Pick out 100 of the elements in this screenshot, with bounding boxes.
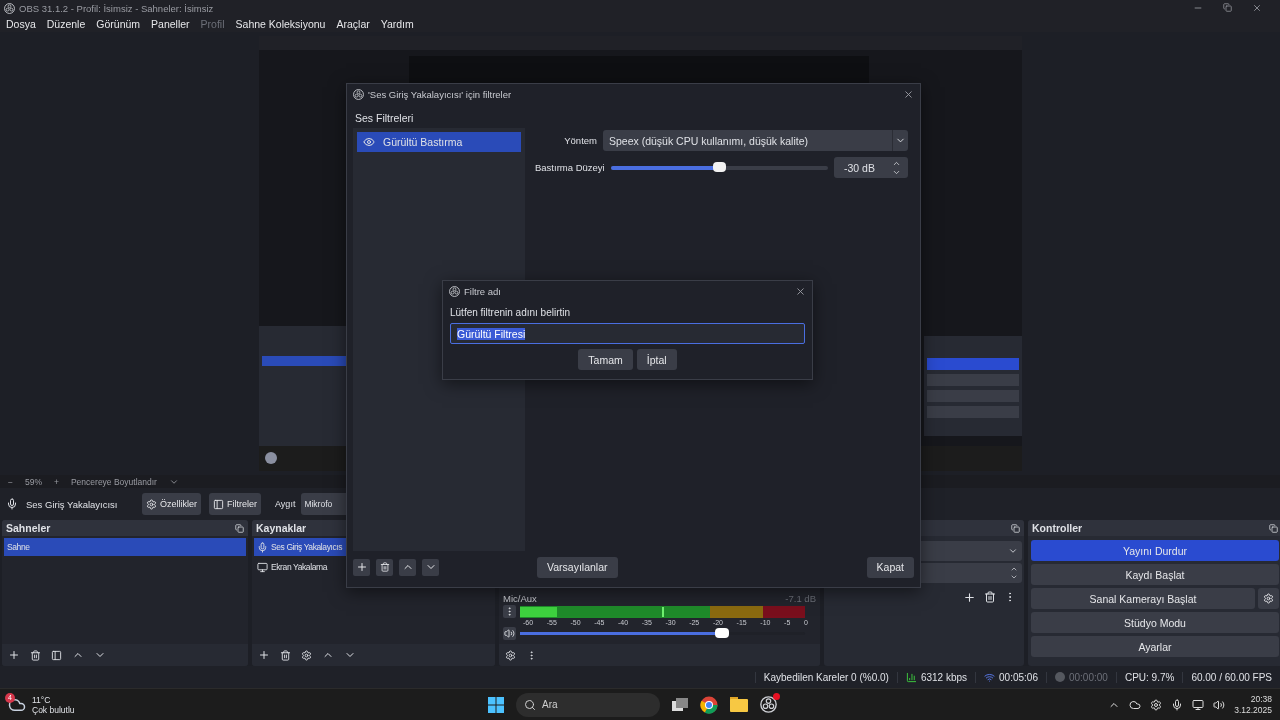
delete-button[interactable] [376, 558, 393, 576]
search-field[interactable]: Ara [516, 692, 660, 717]
clock-date: 3.12.2025 [1234, 704, 1272, 716]
move-up-button[interactable] [399, 558, 416, 576]
close-icon[interactable] [903, 88, 914, 100]
down-icon[interactable] [1010, 573, 1018, 581]
cpu-usage: CPU: 9.7% [1124, 671, 1175, 683]
move-down-button[interactable] [422, 558, 439, 576]
close-icon[interactable] [1252, 3, 1262, 13]
settings-button[interactable] [1258, 588, 1279, 609]
search-icon [524, 698, 536, 711]
volume-icon [504, 628, 515, 639]
filter-icon[interactable] [51, 649, 62, 661]
method-label: Yöntem [563, 135, 597, 146]
mute-button[interactable] [503, 627, 516, 640]
temperature: 11°C [32, 694, 52, 705]
stream-icon [984, 671, 996, 683]
filters-button[interactable]: Filtreler [209, 493, 262, 515]
task-view-icon[interactable] [672, 697, 688, 712]
defaults-button[interactable]: Varsayılanlar [537, 556, 618, 578]
monitor-icon [257, 561, 268, 573]
control-button[interactable]: Stüdyo Modu [1031, 612, 1279, 633]
channel-name: Mic/Aux [503, 593, 537, 604]
browser-icon[interactable] [700, 695, 718, 714]
windows-icon[interactable] [488, 696, 504, 713]
trash-icon [379, 562, 390, 572]
bitrate: 6312 kbps [920, 671, 968, 683]
more-button[interactable] [503, 605, 516, 618]
cloud-icon[interactable] [1129, 698, 1142, 711]
control-button[interactable]: Kaydı Başlat [1031, 564, 1279, 585]
gear-icon [1263, 593, 1274, 604]
mic-icon[interactable] [1171, 698, 1184, 711]
device-label: Aygıt [275, 499, 296, 509]
undock-icon[interactable] [235, 523, 244, 533]
panel-title: Sahneler [6, 522, 51, 534]
recording-badge-icon [773, 693, 780, 700]
stream-time: 00:05:06 [999, 671, 1038, 683]
trash-icon[interactable] [30, 649, 41, 661]
add-icon[interactable] [8, 649, 20, 661]
control-button[interactable]: Ayarlar [1031, 636, 1279, 657]
settings-icon[interactable] [301, 649, 312, 661]
dialog-title: Filtre adı [464, 285, 501, 297]
cancel-button[interactable]: İptal [636, 349, 677, 370]
volume-handle[interactable] [715, 628, 730, 638]
mic-icon [257, 541, 268, 553]
trash-icon[interactable] [984, 591, 996, 603]
record-time: 00:00:00 [1068, 671, 1108, 683]
obs-logo-icon [4, 2, 15, 14]
weather-text: Çok bulutlu [32, 704, 75, 715]
clock-time: 20:38 [1250, 693, 1272, 705]
filter-item[interactable]: Gürültü Bastırma [357, 132, 521, 152]
volume-icon[interactable] [1213, 698, 1226, 711]
add-icon[interactable] [258, 649, 270, 661]
zoom-level: 59% [24, 476, 42, 487]
zoom-in-button[interactable]: + [54, 476, 59, 487]
filter-icon [213, 498, 224, 510]
trash-icon[interactable] [280, 649, 291, 661]
panel-title: Kontroller [1032, 522, 1083, 534]
settings-icon[interactable] [505, 649, 516, 661]
panel-title: Kaynaklar [256, 522, 307, 534]
undock-icon[interactable] [1269, 523, 1278, 533]
name-field[interactable]: Gürültü Filtresi [450, 323, 805, 344]
add-button[interactable] [353, 558, 370, 576]
properties-button[interactable]: Özellikler [142, 493, 201, 515]
add-icon[interactable] [963, 591, 976, 604]
menu-item[interactable]: Yardım [380, 18, 414, 30]
menu-item[interactable]: Görünüm [96, 18, 141, 30]
menu-item[interactable]: Sahne Koleksiyonu [235, 18, 326, 30]
method-dropdown[interactable]: Speex (düşük CPU kullanımı, düşük kalite) [603, 130, 908, 151]
fps-reading: 60.00 / 60.00 FPS [1191, 671, 1272, 683]
fit-dropdown[interactable]: Pencereye Boyutlandır [70, 476, 157, 487]
ok-button[interactable]: Tamam [578, 349, 633, 370]
slider-handle[interactable] [713, 161, 727, 172]
close-button[interactable]: Kapat [866, 556, 914, 578]
menu-item[interactable]: Dosya [6, 18, 36, 30]
window-title: OBS 31.1.2 - Profil: İsimsiz - Sahneler: İsimsiz [19, 2, 214, 14]
level-spinbox[interactable]: -30 dB [834, 157, 908, 178]
menu-item[interactable]: Araçlar [336, 18, 370, 30]
close-icon[interactable] [795, 285, 806, 297]
source-item[interactable]: Ekran Yakalama [254, 558, 493, 576]
zoom-out-button[interactable]: − [8, 476, 13, 487]
undock-icon[interactable] [1011, 523, 1020, 533]
obs-logo-icon [449, 285, 460, 297]
eye-icon[interactable] [363, 136, 375, 148]
gear-icon [146, 498, 157, 510]
source-name: Ses Giriş Yakalayıcısı [26, 498, 119, 510]
control-button[interactable]: Sanal Kamerayı Başlat [1031, 588, 1255, 609]
menu-item[interactable]: Paneller [151, 18, 190, 30]
control-button[interactable]: Yayını Durdur [1031, 540, 1279, 561]
scene-item[interactable]: Sahne [4, 538, 246, 556]
monitor-icon[interactable] [1192, 698, 1205, 711]
menu-item[interactable]: Düzenle [46, 18, 86, 30]
prompt-text: Lütfen filtrenin adını belirtin [450, 307, 572, 318]
level-label: Bastırma Düzeyi [535, 162, 605, 173]
folder-icon[interactable] [730, 697, 748, 712]
signal-icon [905, 671, 917, 683]
suppression-slider[interactable] [610, 165, 828, 170]
up-icon[interactable] [1010, 565, 1018, 573]
channel-reading: -7.1 dB [785, 593, 816, 604]
restore-icon[interactable] [1223, 3, 1232, 12]
